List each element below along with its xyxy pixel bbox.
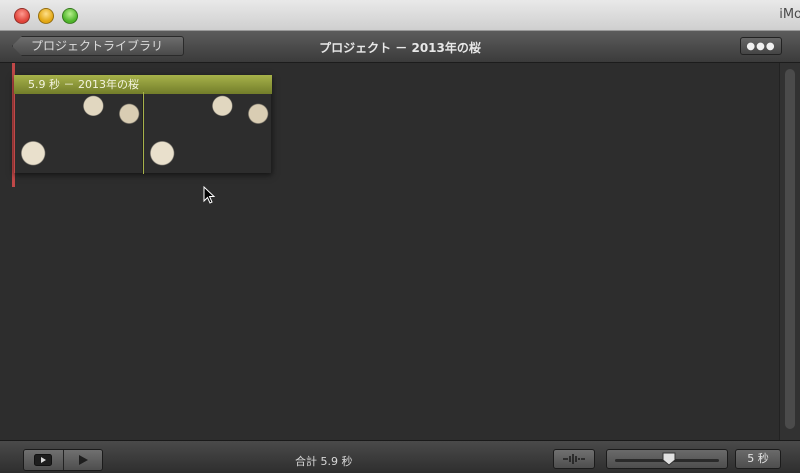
app-title: iMo bbox=[779, 7, 800, 22]
vertical-scrollbar[interactable] bbox=[779, 63, 800, 440]
video-clip[interactable]: 5.9 秒 － 2013年の桜 bbox=[14, 75, 272, 174]
zoom-slider[interactable] bbox=[606, 449, 728, 469]
project-title: プロジェクト － 2013年の桜 bbox=[319, 41, 481, 55]
play-icon bbox=[78, 455, 88, 465]
minimize-window-button[interactable] bbox=[38, 8, 54, 24]
zoom-slider-knob[interactable] bbox=[662, 452, 676, 466]
zoom-window-button[interactable] bbox=[62, 8, 78, 24]
bottom-toolbar: 合計 5.9 秒 5 秒 bbox=[0, 440, 800, 473]
clip-thumbnail-frame bbox=[143, 94, 272, 173]
project-header: プロジェクトライブラリ プロジェクト － 2013年の桜 ●●● bbox=[0, 31, 800, 63]
play-fullscreen-button[interactable] bbox=[24, 450, 64, 470]
play-button[interactable] bbox=[63, 450, 102, 470]
mouse-pointer-icon bbox=[203, 186, 216, 204]
window-titlebar: iMo bbox=[0, 0, 800, 31]
playback-controls bbox=[23, 449, 103, 471]
play-fullscreen-icon bbox=[34, 454, 53, 466]
ellipsis-icon: ●●● bbox=[746, 41, 776, 52]
close-window-button[interactable] bbox=[14, 8, 30, 24]
clip-thumbnail-frame bbox=[14, 94, 143, 173]
audio-waveform-button[interactable] bbox=[553, 449, 595, 469]
scrollbar-thumb[interactable] bbox=[785, 69, 795, 429]
total-duration: 合計 5.9 秒 bbox=[295, 455, 353, 468]
zoom-duration-button[interactable]: 5 秒 bbox=[735, 449, 781, 469]
clip-skim-marker bbox=[143, 92, 144, 174]
waveform-icon bbox=[563, 454, 585, 464]
more-options-button[interactable]: ●●● bbox=[740, 37, 782, 55]
